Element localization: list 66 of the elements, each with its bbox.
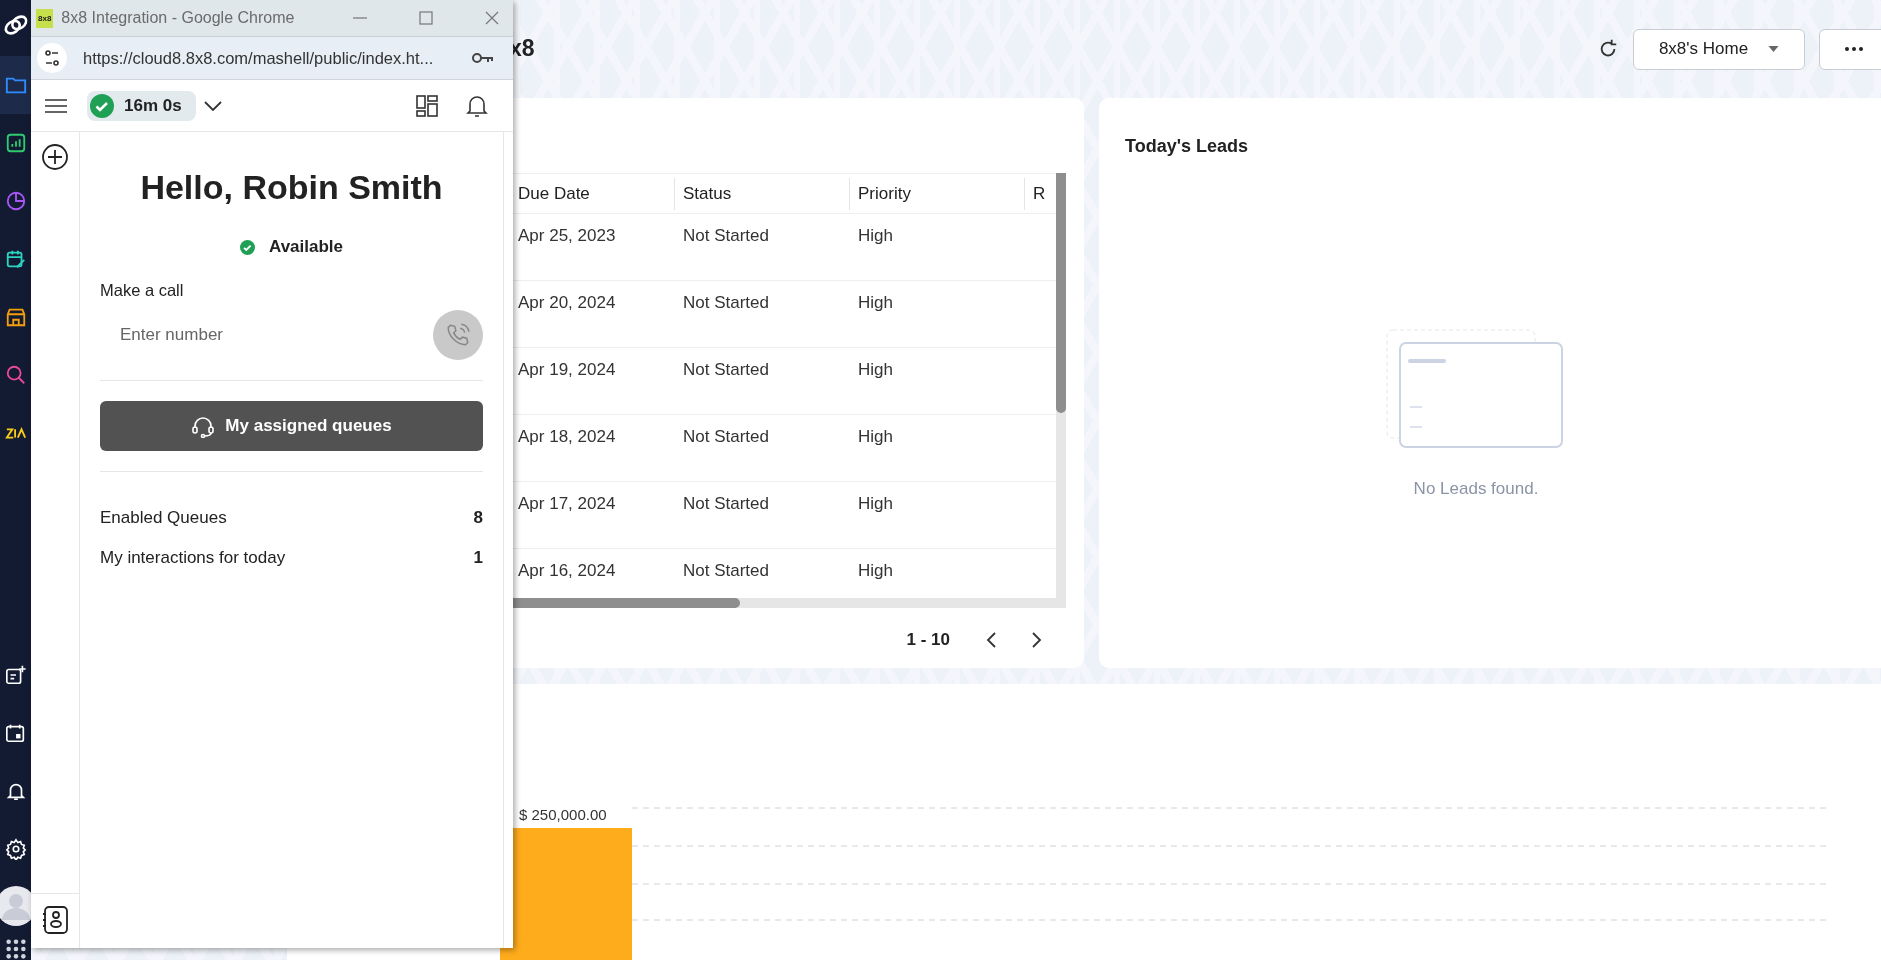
stat-value: 8	[473, 508, 483, 528]
app-logo-icon[interactable]	[2, 12, 29, 38]
table-cell-text: High	[857, 560, 894, 581]
close-icon[interactable]	[485, 11, 499, 25]
phone-icon	[445, 322, 471, 348]
table-cell-text: Apr 25, 2023	[517, 225, 617, 246]
check-circle-icon	[90, 93, 114, 118]
site-settings-icon[interactable]	[37, 43, 67, 73]
stat-value: 1	[473, 548, 483, 568]
layout-icon[interactable]	[416, 94, 438, 117]
pie-chart-icon[interactable]	[4, 190, 27, 212]
note-add-icon[interactable]	[4, 664, 27, 686]
value-label: $ 250,000.00	[519, 806, 607, 823]
card-title: Today's Leads	[1125, 136, 1248, 157]
store-icon[interactable]	[4, 306, 27, 328]
check-circle-icon	[240, 239, 255, 255]
vertical-scrollbar[interactable]	[1056, 173, 1066, 608]
column-header[interactable]: Priority	[850, 177, 1025, 210]
key-icon[interactable]	[471, 51, 495, 65]
stat-label: My interactions for today	[100, 548, 286, 568]
table-cell-text: High	[857, 225, 894, 246]
table-cell-text: Apr 18, 2024	[517, 426, 617, 447]
table-cell-text: Apr 20, 2024	[517, 292, 617, 313]
bell-icon[interactable]	[466, 93, 488, 118]
assigned-queues-button[interactable]: My assigned queues	[100, 401, 483, 451]
search-icon[interactable]	[4, 364, 27, 386]
window-title: 8x8 Integration - Google Chrome	[61, 9, 296, 27]
apps-grid-icon[interactable]	[4, 938, 27, 960]
page-range: 1 - 10	[906, 630, 950, 650]
add-icon[interactable]	[42, 144, 68, 170]
table-cell-text: Not Started	[682, 225, 770, 246]
menu-icon[interactable]	[45, 97, 67, 114]
table-cell-text: Not Started	[682, 359, 770, 380]
table-cell-text: Not Started	[682, 292, 770, 313]
greeting: Hello, Robin Smith	[139, 168, 444, 207]
table-cell-text: High	[857, 292, 894, 313]
column-header[interactable]: Status	[675, 177, 850, 210]
table-cell-text: Apr 19, 2024	[517, 359, 617, 380]
table-cell-text: High	[857, 493, 894, 514]
next-page-icon[interactable]	[1032, 632, 1042, 648]
table-cell-text: High	[857, 426, 894, 447]
table-cell-text: Not Started	[682, 493, 770, 514]
column-header[interactable]: R	[1025, 177, 1055, 210]
headset-icon	[191, 414, 216, 438]
table-cell-text: Not Started	[682, 560, 770, 581]
availability-status: Available	[269, 237, 343, 257]
previous-page-icon[interactable]	[986, 632, 996, 648]
home-dropdown[interactable]: 8x8's Home	[1633, 28, 1805, 70]
bar-chart-icon[interactable]	[4, 132, 27, 154]
more-icon	[1845, 47, 1863, 51]
empty-message: No Leads found.	[1413, 479, 1539, 499]
contacts-icon[interactable]	[42, 906, 68, 934]
table-cell-text: Not Started	[682, 426, 770, 447]
calendar-edit-icon[interactable]	[4, 248, 27, 270]
table-cell-text: High	[857, 359, 894, 380]
call-button[interactable]	[433, 310, 483, 360]
calendar-icon[interactable]	[4, 722, 27, 744]
caret-icon	[1768, 46, 1780, 52]
stat-label: Enabled Queues	[100, 508, 227, 528]
favicon: 8x8	[36, 8, 54, 28]
table-cell-text: Apr 17, 2024	[517, 493, 617, 514]
status-timer[interactable]: 16m 0s	[87, 90, 196, 121]
settings-icon[interactable]	[4, 838, 27, 860]
chevron-down-icon[interactable]	[203, 100, 222, 111]
table-cell-text: Apr 16, 2024	[517, 560, 617, 581]
field-label: Make a call	[100, 281, 184, 300]
